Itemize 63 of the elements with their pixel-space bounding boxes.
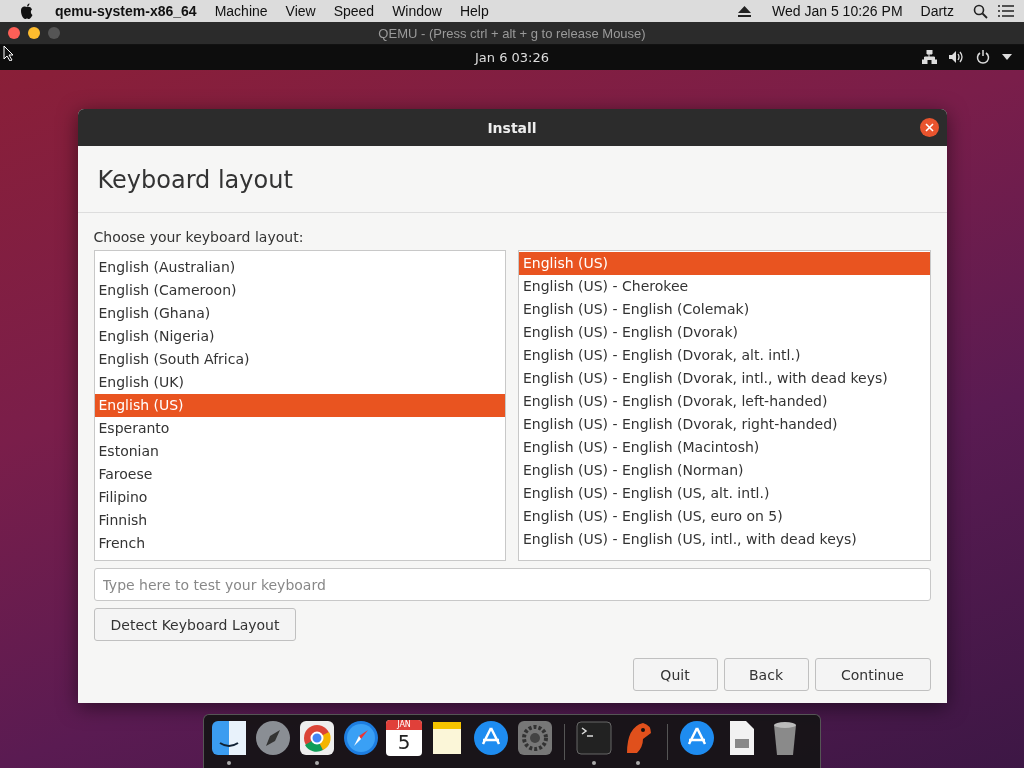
clock[interactable]: Jan 6 03:26 <box>474 50 549 65</box>
gear-icon[interactable] <box>516 718 554 757</box>
list-item[interactable]: English (US) - English (US, euro on 5) <box>519 505 930 528</box>
list-item[interactable]: Filipino <box>94 486 505 509</box>
app-store-icon[interactable] <box>472 718 510 757</box>
list-item[interactable]: Esperanto <box>94 417 505 440</box>
list-item[interactable]: English (US) - Cherokee <box>519 275 930 298</box>
menu-item[interactable]: Speed <box>324 3 384 19</box>
menu-clock[interactable]: Wed Jan 5 10:26 PM <box>763 3 912 19</box>
list-item[interactable]: English (US) - English (Dvorak) <box>519 321 930 344</box>
list-item[interactable]: Estonian <box>94 440 505 463</box>
list-item[interactable]: English (US) - English (US, alt. intl.) <box>519 482 930 505</box>
page-heading: Keyboard layout <box>77 146 947 213</box>
dialog-button[interactable]: Continue <box>814 658 931 691</box>
app-store-icon[interactable] <box>678 718 716 757</box>
compass-icon[interactable] <box>342 718 380 757</box>
user-name[interactable]: Dartz <box>911 3 963 19</box>
caret-icon[interactable] <box>1002 54 1012 60</box>
minimize-button[interactable] <box>28 27 40 39</box>
list-item[interactable]: English (Australian) <box>94 256 505 279</box>
app-menu[interactable]: qemu-system-x86_64 <box>46 3 206 19</box>
menu-item[interactable]: Help <box>450 3 498 19</box>
terminal-icon[interactable] <box>575 718 613 757</box>
eject-icon[interactable] <box>738 5 752 17</box>
keyboard-test-field[interactable]: Type here to test your keyboard <box>93 568 931 601</box>
network-icon[interactable] <box>922 50 937 64</box>
menu-item[interactable]: Window <box>383 3 451 19</box>
search-icon[interactable] <box>973 3 988 19</box>
browser-icon[interactable] <box>298 718 336 757</box>
detect-layout-button[interactable]: Detect Keyboard Layout <box>93 608 297 641</box>
close-icon <box>924 123 934 132</box>
list-item[interactable]: English (US) - English (Dvorak, left-handed) <box>519 390 930 413</box>
list-item[interactable]: English (US) - English (Dvorak, right-handed) <box>519 413 930 436</box>
list-item[interactable]: English (US) - English (US, intl., with dead keys) <box>519 528 930 551</box>
dialog-button[interactable]: Quit <box>632 658 718 691</box>
list-item[interactable]: English (South Africa) <box>94 348 505 371</box>
list-item[interactable]: English (US) - English (Macintosh) <box>519 436 930 459</box>
list-item[interactable]: English (Cameroon) <box>94 279 505 302</box>
power-icon[interactable] <box>976 50 990 64</box>
dialog-button[interactable]: Back <box>723 658 809 691</box>
list-item[interactable]: English (UK) <box>94 371 505 394</box>
window-title: QEMU - (Press ctrl + alt + g to release Mouse) <box>378 25 646 41</box>
dialog-title: Install <box>487 119 537 136</box>
list-item[interactable]: Faroese <box>94 463 505 486</box>
list-item[interactable]: English (Nigeria) <box>94 325 505 348</box>
list-item[interactable]: English (US) - English (Dvorak, intl., with dead keys) <box>519 367 930 390</box>
list-item[interactable]: English (US) - English (Colemak) <box>519 298 930 321</box>
list-item[interactable]: French <box>94 532 505 555</box>
list-item[interactable]: English (Ghana) <box>94 302 505 325</box>
apple-logo-icon[interactable] <box>20 3 34 19</box>
list-item[interactable]: English (US) - English (Norman) <box>519 459 930 482</box>
face-icon[interactable] <box>210 718 248 757</box>
list-item[interactable]: Finnish <box>94 509 505 532</box>
prompt-label: Choose your keyboard layout: <box>93 229 305 245</box>
list-item[interactable]: English (US) - English (Dvorak, alt. intl.) <box>519 344 930 367</box>
list-icon[interactable] <box>998 5 1014 17</box>
close-button[interactable] <box>919 118 939 137</box>
menu-item[interactable]: View <box>276 3 325 19</box>
list-item[interactable]: English (US) <box>519 252 930 275</box>
list-item[interactable]: English (US) <box>94 394 505 417</box>
menu-item[interactable]: Machine <box>205 3 277 19</box>
volume-icon[interactable] <box>949 50 964 64</box>
calendar-icon[interactable]: JAN 5 <box>386 719 422 756</box>
